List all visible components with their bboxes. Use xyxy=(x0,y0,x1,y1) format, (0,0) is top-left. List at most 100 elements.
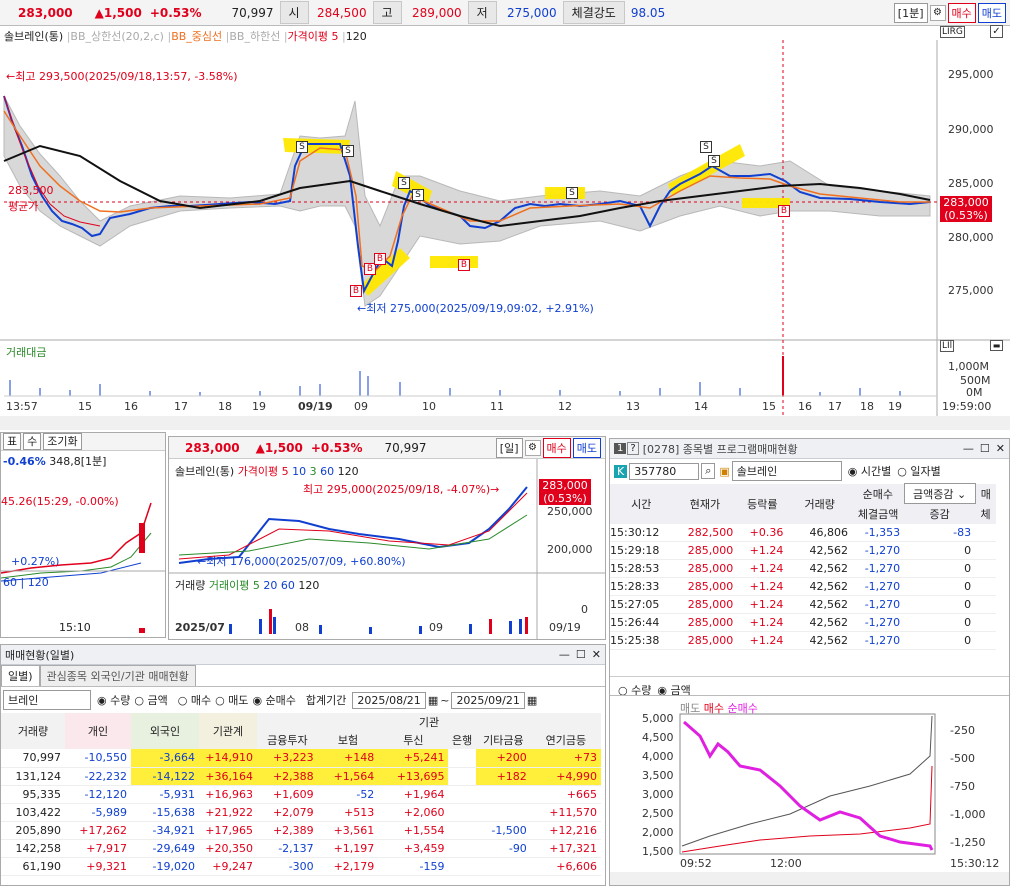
table-cell: +9,321 xyxy=(65,857,131,876)
stock-code-input[interactable]: 357780 xyxy=(629,462,700,480)
volume-indicator-button[interactable]: LIl xyxy=(940,340,955,352)
tab-num[interactable]: 수 xyxy=(23,433,42,450)
table-cell: +0.36 xyxy=(737,523,788,542)
table-cell xyxy=(448,839,476,858)
date-from-input[interactable]: 2025/08/21 xyxy=(352,691,426,709)
table-cell xyxy=(448,821,476,840)
tab-reset[interactable]: 조기화 xyxy=(43,433,82,450)
radio-time[interactable]: ◉ 시간별 xyxy=(848,463,891,479)
table-cell: 0 xyxy=(904,577,976,596)
investor-stock-field[interactable]: 브레인 xyxy=(3,690,91,710)
y-left-tick: 1,500 xyxy=(642,845,674,858)
search-icon[interactable]: ⌕ xyxy=(701,463,716,479)
table-cell: +1.24 xyxy=(737,613,788,632)
table-cell: -1,353 xyxy=(852,523,905,542)
calendar-icon[interactable]: ▦ xyxy=(428,694,438,707)
col-exec-amount: 체결금액 xyxy=(857,507,899,521)
x-tick: 19 xyxy=(252,400,266,413)
table-row[interactable]: 103,422 -5,989 -15,638 +21,922 +2,079 +513 +2,… xyxy=(1,803,601,822)
y-left-tick: 4,000 xyxy=(642,750,674,763)
minimize-icon[interactable]: ▬ xyxy=(990,340,1003,351)
table-row[interactable]: 205,890 +17,262 -34,921 +17,965 +2,389 +3,561… xyxy=(1,821,601,840)
tab-table[interactable]: 표 xyxy=(3,433,22,450)
window-max-icon[interactable]: ☐ xyxy=(980,442,990,455)
table-cell: +1.24 xyxy=(737,595,788,614)
radio-amt2[interactable]: ○ 금액 xyxy=(134,692,167,708)
sell-signal-marker: S xyxy=(700,141,712,153)
radio-date[interactable]: ○ 일자별 xyxy=(897,463,940,479)
date-to-input[interactable]: 2025/09/21 xyxy=(451,691,525,709)
table-row[interactable]: 95,335 -12,120 -5,931 +16,963 +1,609 -52 +1,96… xyxy=(1,785,601,804)
gear-icon[interactable]: ⚙ xyxy=(524,439,541,456)
buy-order-button[interactable]: 매수 xyxy=(947,2,976,23)
radio-qty2[interactable]: ◉ 수량 xyxy=(97,692,130,708)
radio-net[interactable]: ◉ 순매수 xyxy=(252,692,295,708)
table-cell: +9,247 xyxy=(199,857,257,876)
table-cell: 0 xyxy=(904,613,976,632)
volume-tick: 1,000M xyxy=(948,360,989,373)
close-icon[interactable]: ✕ xyxy=(592,648,601,661)
table-row[interactable]: 15:27:05 285,000 +1.24 42,562 -1,270 0 xyxy=(610,595,996,614)
open-label: 시 xyxy=(279,1,309,24)
col-net: 순매수 xyxy=(862,487,894,501)
table-cell: 103,422 xyxy=(1,803,65,822)
y-tick: 285,000 xyxy=(948,177,994,190)
col-extra2: 체 xyxy=(980,507,991,521)
program-trading-panel: 1? [0278] 종목별 프로그램매매현황 — ☐ ✕ K 357780 ⌕ … xyxy=(609,438,1010,886)
table-cell: -1,500 xyxy=(475,821,531,840)
table-cell: 285,000 xyxy=(672,541,738,560)
table-row[interactable]: 131,124 -22,232 -14,122 +36,164 +2,388 +1,564… xyxy=(1,767,601,786)
table-row[interactable]: 61,190 +9,321 -19,020 +9,247 -300 +2,179 -159 +… xyxy=(1,857,601,876)
table-cell: 42,562 xyxy=(787,541,852,560)
table-row[interactable]: 15:25:38 285,000 +1.24 42,562 -1,270 0 xyxy=(610,631,996,650)
daily-interval-button[interactable]: [일] xyxy=(495,437,523,458)
table-cell: 15:26:44 xyxy=(610,613,673,632)
folder-icon[interactable]: ▣ xyxy=(719,465,729,478)
buy-signal-marker: B xyxy=(374,253,386,265)
table-row[interactable]: 142,258 +7,917 -29,649 +20,350 -2,137 +1,197 +… xyxy=(1,839,601,858)
table-cell: -1,270 xyxy=(852,631,905,650)
radio-sell[interactable]: ○ 매도 xyxy=(215,692,248,708)
table-cell: +1,964 xyxy=(378,785,449,804)
col-change: 증감 xyxy=(929,507,950,521)
program-title: [0278] 종목별 프로그램매매현황 xyxy=(642,442,798,456)
y-left-tick: 2,000 xyxy=(642,826,674,839)
window-minimize-icon[interactable]: — xyxy=(559,648,570,661)
sell-order-button[interactable]: 매도 xyxy=(977,2,1006,23)
table-cell: +2,389 xyxy=(257,821,318,840)
table-row[interactable]: 15:30:12 282,500 +0.36 46,806 -1,353 -83 xyxy=(610,523,996,542)
sell-signal-marker: S xyxy=(708,155,720,167)
table-cell: 42,562 xyxy=(787,613,852,632)
table-cell: +1.24 xyxy=(737,559,788,578)
daily-buy-button[interactable]: 매수 xyxy=(542,437,571,458)
table-cell: +2,079 xyxy=(257,803,318,822)
close-icon[interactable]: ✕ xyxy=(996,442,1005,455)
legend-volume-60: 60 xyxy=(280,579,295,592)
combo-amount-change[interactable]: 금액증감 ⌄ xyxy=(903,483,976,504)
volume: 70,997 xyxy=(231,5,274,20)
table-row[interactable]: 70,997 -10,550 -3,664 +14,910 +3,223 +148 +5,2… xyxy=(1,749,601,768)
calendar-icon[interactable]: ▦ xyxy=(527,694,537,707)
y-tick: 290,000 xyxy=(948,123,994,136)
table-row[interactable]: 15:28:53 285,000 +1.24 42,562 -1,270 0 xyxy=(610,559,996,578)
gear-icon[interactable]: ⚙ xyxy=(929,4,946,21)
interval-button[interactable]: [1분] xyxy=(893,2,928,23)
table-cell: +200 xyxy=(475,749,531,768)
table-row[interactable]: 15:26:44 285,000 +1.24 42,562 -1,270 0 xyxy=(610,613,996,632)
window-close-icon[interactable]: — xyxy=(963,442,974,455)
time-end: 19:59:00 xyxy=(942,400,992,413)
table-row[interactable]: 15:29:18 285,000 +1.24 42,562 -1,270 0 xyxy=(610,541,996,560)
table-cell: -1,270 xyxy=(852,595,905,614)
x-tick: 17 xyxy=(174,400,188,413)
table-row[interactable]: 15:28:33 285,000 +1.24 42,562 -1,270 0 xyxy=(610,577,996,596)
table-cell: 70,997 xyxy=(1,749,65,768)
window-max-icon[interactable]: ☐ xyxy=(576,648,586,661)
daily-volume: 70,997 xyxy=(384,440,427,455)
price-chart-canvas[interactable] xyxy=(0,26,1010,430)
daily-x-tick: 08 xyxy=(295,621,309,634)
table-cell: -83 xyxy=(904,523,976,542)
tab-daily[interactable]: 일별) xyxy=(1,665,40,686)
radio-buy[interactable]: ○ 매수 xyxy=(178,692,211,708)
daily-sell-button[interactable]: 매도 xyxy=(572,437,601,458)
tab-watchlist[interactable]: 관심종목 외국인/기관 매매현황 xyxy=(39,665,196,686)
